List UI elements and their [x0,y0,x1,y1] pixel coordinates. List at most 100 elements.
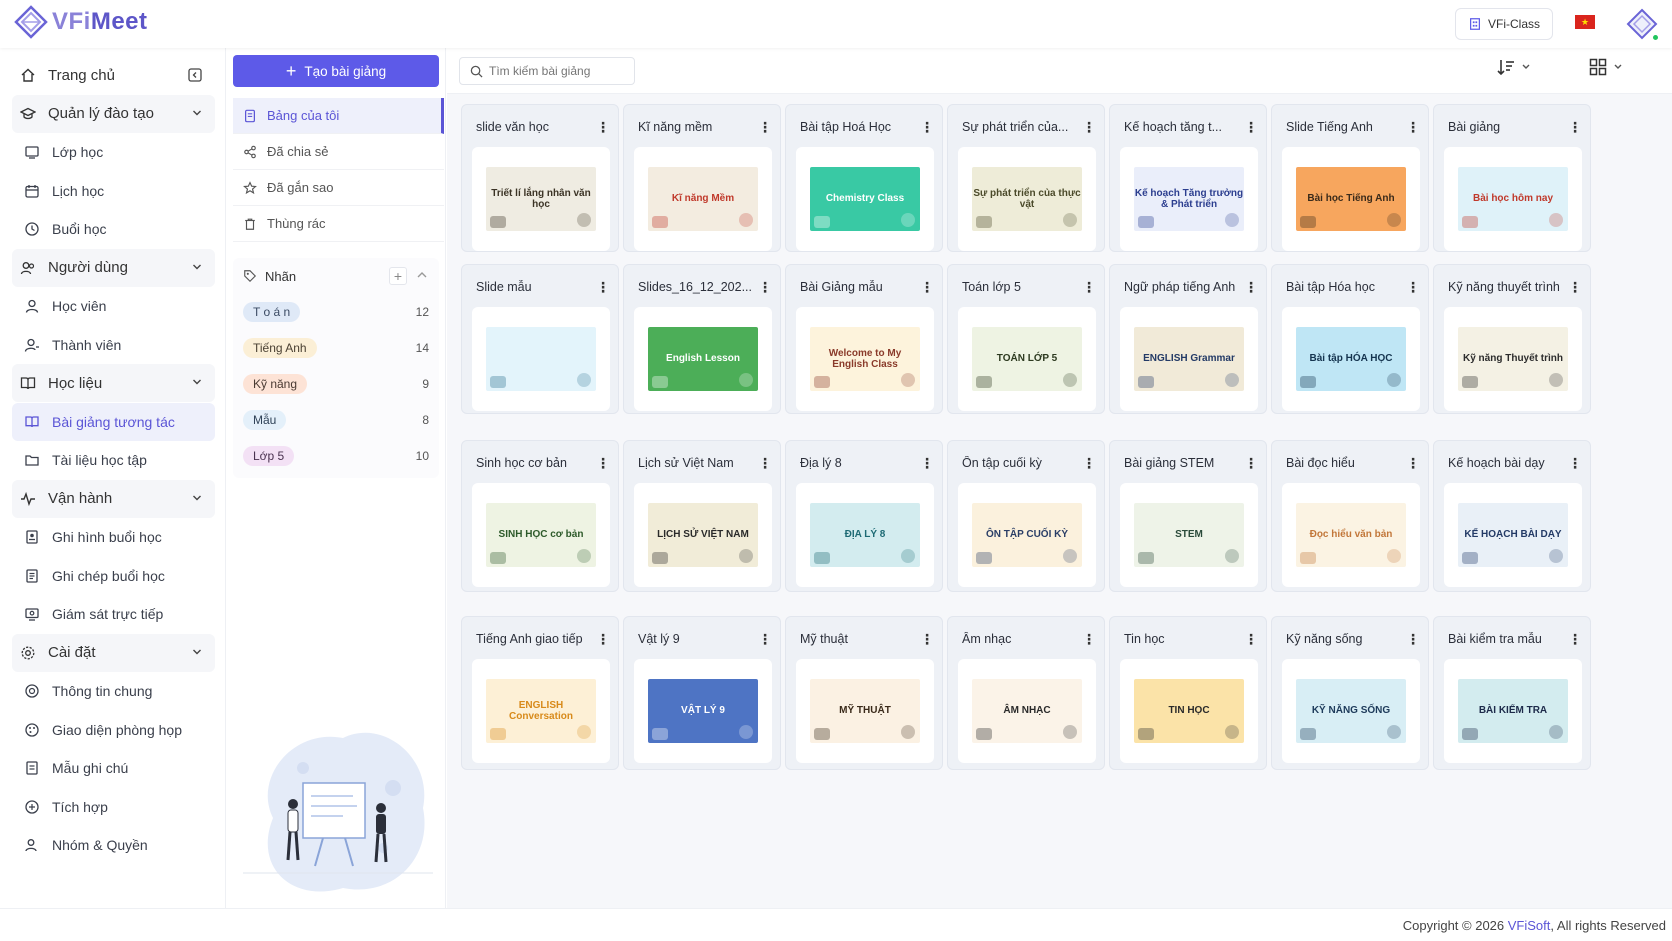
more-options-icon[interactable]: ⋮ [758,119,772,135]
add-label-button[interactable]: + [389,267,407,285]
more-options-icon[interactable]: ⋮ [1082,631,1096,647]
sidebar-item-20[interactable]: Nhóm & Quyền [12,826,215,864]
more-options-icon[interactable]: ⋮ [1244,119,1258,135]
more-options-icon[interactable]: ⋮ [758,455,772,471]
lesson-preview[interactable]: Bài tập HÓA HỌC [1282,307,1420,411]
more-options-icon[interactable]: ⋮ [596,279,610,295]
lesson-card[interactable]: Kỹ năng sống ⋮ KỸ NĂNG SỐNG [1271,616,1429,770]
lesson-preview[interactable]: ENGLISH Grammar [1120,307,1258,411]
more-options-icon[interactable]: ⋮ [1406,119,1420,135]
sidebar-item-11[interactable]: Vận hành [12,479,215,518]
lesson-card[interactable]: Kĩ năng mềm ⋮ Kĩ năng Mềm [623,104,781,252]
lesson-preview[interactable]: Kỹ năng Thuyết trình [1444,307,1582,411]
sidebar-item-15[interactable]: Cài đặt [12,633,215,672]
sidebar-item-19[interactable]: Tích hợp [12,788,215,826]
lesson-card[interactable]: Slide mẫu ⋮ [461,264,619,414]
board-nav-item-1[interactable]: Đã chia sẻ [233,134,444,170]
lesson-preview[interactable]: English Lesson [634,307,772,411]
lesson-card[interactable]: Ôn tập cuối kỳ ⋮ ÔN TẬP CUỐI KỲ [947,440,1105,592]
more-options-icon[interactable]: ⋮ [596,631,610,647]
lesson-preview[interactable]: TOÁN LỚP 5 [958,307,1096,411]
sidebar-item-18[interactable]: Mẫu ghi chú [12,749,215,787]
sidebar-item-1[interactable]: Quản lý đào tạo [12,94,215,133]
more-options-icon[interactable]: ⋮ [1082,119,1096,135]
class-switcher-button[interactable]: VFi-Class [1455,8,1554,40]
collapse-sidebar-icon[interactable] [187,67,203,83]
sidebar-item-14[interactable]: Giám sát trực tiếp [12,595,215,633]
user-avatar[interactable] [1626,8,1660,42]
lesson-card[interactable]: Địa lý 8 ⋮ ĐỊA LÝ 8 [785,440,943,592]
lesson-preview[interactable]: Kĩ năng Mềm [634,147,772,251]
lesson-preview[interactable]: MỸ THUẬT [796,659,934,763]
create-lesson-button[interactable]: + Tạo bài giảng [233,55,439,87]
sidebar-item-7[interactable]: Thành viên [12,326,215,364]
lesson-preview[interactable]: ENGLISH Conversation [472,659,610,763]
more-options-icon[interactable]: ⋮ [920,119,934,135]
lesson-preview[interactable]: VẬT LÝ 9 [634,659,772,763]
lesson-card[interactable]: Tin học ⋮ TIN HỌC [1109,616,1267,770]
lesson-preview[interactable]: Chemistry Class [796,147,934,251]
lesson-card[interactable]: Lịch sử Việt Nam ⋮ LỊCH SỬ VIỆT NAM [623,440,781,592]
label-row[interactable]: Lớp 5 10 [233,438,439,474]
lesson-card[interactable]: Slides_16_12_202... ⋮ English Lesson [623,264,781,414]
sidebar-item-4[interactable]: Buổi học [12,210,215,248]
more-options-icon[interactable]: ⋮ [596,455,610,471]
more-options-icon[interactable]: ⋮ [758,631,772,647]
lesson-card[interactable]: Bài giảng STEM ⋮ STEM [1109,440,1267,592]
sidebar-item-16[interactable]: Thông tin chung [12,672,215,710]
lesson-card[interactable]: Slide Tiếng Anh ⋮ Bài học Tiếng Anh [1271,104,1429,252]
lesson-preview[interactable]: Đọc hiểu văn bản [1282,483,1420,587]
more-options-icon[interactable]: ⋮ [920,279,934,295]
lesson-preview[interactable]: TIN HỌC [1120,659,1258,763]
more-options-icon[interactable]: ⋮ [758,279,772,295]
lesson-preview[interactable]: Kế hoạch Tăng trưởng & Phát triển [1120,147,1258,251]
lesson-preview[interactable]: BÀI KIỂM TRA [1444,659,1582,763]
lesson-preview[interactable]: LỊCH SỬ VIỆT NAM [634,483,772,587]
sidebar-item-9[interactable]: Bài giảng tương tác [12,402,215,441]
sort-button[interactable] [1497,58,1531,76]
lesson-card[interactable]: Vật lý 9 ⋮ VẬT LÝ 9 [623,616,781,770]
more-options-icon[interactable]: ⋮ [1244,455,1258,471]
lesson-card[interactable]: Sinh học cơ bản ⋮ SINH HỌC cơ bản [461,440,619,592]
lesson-preview[interactable]: KẾ HOẠCH BÀI DẠY [1444,483,1582,587]
lesson-card[interactable]: Kế hoạch bài dạy ⋮ KẾ HOẠCH BÀI DẠY [1433,440,1591,592]
sidebar-item-2[interactable]: Lớp học [12,133,215,171]
lesson-card[interactable]: Bài giảng ⋮ Bài học hôm nay [1433,104,1591,252]
label-row[interactable]: T o á n 12 [233,294,439,330]
more-options-icon[interactable]: ⋮ [920,631,934,647]
language-flag-vietnam[interactable]: ★ [1575,15,1595,29]
lesson-preview[interactable]: Bài học hôm nay [1444,147,1582,251]
label-row[interactable]: Mẫu 8 [233,402,439,438]
search-input[interactable] [489,64,629,78]
more-options-icon[interactable]: ⋮ [1406,631,1420,647]
lesson-card[interactable]: Bài tập Hoá Học ⋮ Chemistry Class [785,104,943,252]
more-options-icon[interactable]: ⋮ [1568,119,1582,135]
lesson-card[interactable]: Kế hoạch tăng t... ⋮ Kế hoạch Tăng trưởng … [1109,104,1267,252]
sidebar-item-17[interactable]: Giao diện phòng họp [12,711,215,749]
sidebar-item-5[interactable]: Người dùng [12,248,215,287]
lesson-card[interactable]: Tiếng Anh giao tiếp ⋮ ENGLISH Conversation [461,616,619,770]
more-options-icon[interactable]: ⋮ [1568,279,1582,295]
lesson-card[interactable]: Ngữ pháp tiếng Anh ⋮ ENGLISH Grammar [1109,264,1267,414]
more-options-icon[interactable]: ⋮ [1568,455,1582,471]
label-row[interactable]: Kỹ năng 9 [233,366,439,402]
lesson-preview[interactable]: Welcome to My English Class [796,307,934,411]
sidebar-item-10[interactable]: Tài liệu học tập [12,441,215,479]
more-options-icon[interactable]: ⋮ [1082,279,1096,295]
more-options-icon[interactable]: ⋮ [1244,631,1258,647]
lesson-preview[interactable]: ĐỊA LÝ 8 [796,483,934,587]
more-options-icon[interactable]: ⋮ [1568,631,1582,647]
lesson-card[interactable]: Bài đọc hiểu ⋮ Đọc hiểu văn bản [1271,440,1429,592]
lesson-card[interactable]: slide văn học ⋮ Triết lí lắng nhân văn học [461,104,619,252]
lesson-preview[interactable]: SINH HỌC cơ bản [472,483,610,587]
more-options-icon[interactable]: ⋮ [1406,279,1420,295]
lesson-card[interactable]: Âm nhạc ⋮ ÂM NHẠC [947,616,1105,770]
app-logo[interactable]: VFiMeet [14,5,148,39]
lesson-preview[interactable]: Sự phát triển của thực vật [958,147,1096,251]
chevron-up-icon[interactable] [415,268,429,282]
lesson-preview[interactable]: ÔN TẬP CUỐI KỲ [958,483,1096,587]
lesson-preview[interactable]: Triết lí lắng nhân văn học [472,147,610,251]
sidebar-item-6[interactable]: Học viên [12,287,215,325]
sidebar-item-8[interactable]: Học liệu [12,364,215,402]
sidebar-item-12[interactable]: Ghi hình buổi học [12,518,215,556]
